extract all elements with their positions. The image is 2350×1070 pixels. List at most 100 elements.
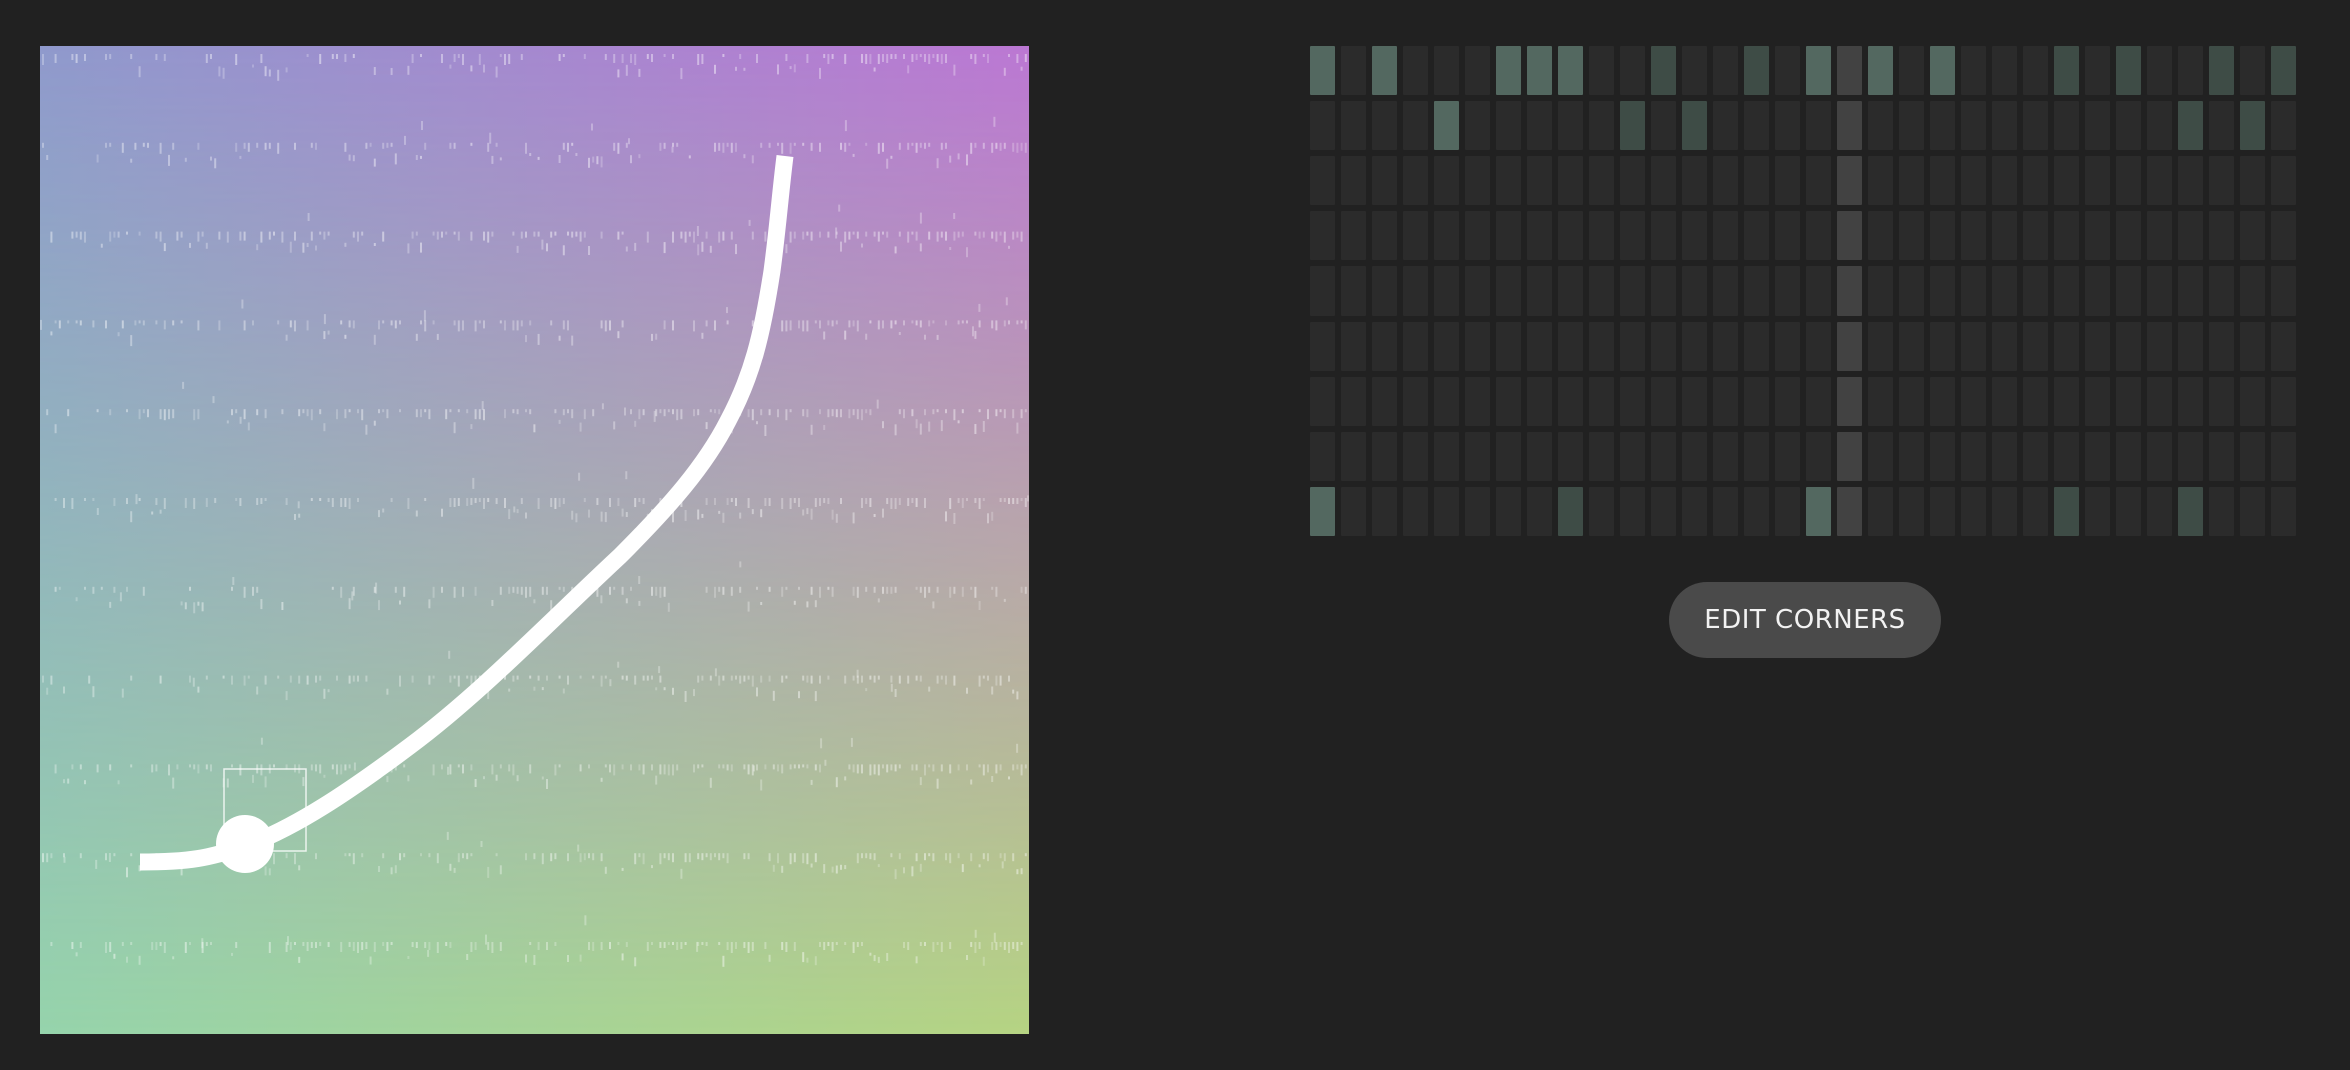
- step-cell[interactable]: [1744, 101, 1769, 151]
- step-cell[interactable]: [1589, 431, 1614, 481]
- step-cell[interactable]: [1744, 431, 1769, 481]
- step-cell[interactable]: [1465, 376, 1490, 426]
- step-cell[interactable]: [1310, 156, 1335, 206]
- step-cell[interactable]: [1372, 376, 1397, 426]
- step-cell[interactable]: [1837, 321, 1862, 371]
- step-cell[interactable]: [1434, 266, 1459, 316]
- step-cell[interactable]: [1992, 376, 2017, 426]
- step-cell[interactable]: [2209, 101, 2234, 151]
- step-cell[interactable]: [1899, 321, 1924, 371]
- step-cell[interactable]: [1961, 211, 1986, 261]
- step-cell[interactable]: [1310, 376, 1335, 426]
- step-cell[interactable]: [2178, 46, 2203, 96]
- step-cell[interactable]: [1341, 101, 1366, 151]
- step-cell[interactable]: [1496, 101, 1521, 151]
- step-cell[interactable]: [1496, 46, 1521, 96]
- step-cell[interactable]: [2116, 211, 2141, 261]
- step-cell[interactable]: [1775, 266, 1800, 316]
- step-cell[interactable]: [1620, 431, 1645, 481]
- step-cell[interactable]: [2147, 266, 2172, 316]
- step-cell[interactable]: [2116, 46, 2141, 96]
- step-cell[interactable]: [1558, 46, 1583, 96]
- step-cell[interactable]: [2023, 376, 2048, 426]
- step-cell[interactable]: [2023, 266, 2048, 316]
- step-cell[interactable]: [1682, 431, 1707, 481]
- step-cell[interactable]: [2085, 156, 2110, 206]
- step-cell[interactable]: [1775, 211, 1800, 261]
- step-cell[interactable]: [1434, 156, 1459, 206]
- step-cell[interactable]: [2209, 431, 2234, 481]
- step-cell[interactable]: [1403, 156, 1428, 206]
- step-cell[interactable]: [2209, 46, 2234, 96]
- step-cell[interactable]: [1558, 211, 1583, 261]
- step-cell[interactable]: [1868, 321, 1893, 371]
- step-cell[interactable]: [1403, 376, 1428, 426]
- step-cell[interactable]: [1868, 211, 1893, 261]
- step-cell[interactable]: [1775, 46, 1800, 96]
- step-cell[interactable]: [1682, 266, 1707, 316]
- step-cell[interactable]: [1465, 486, 1490, 536]
- step-cell[interactable]: [1589, 486, 1614, 536]
- step-cell[interactable]: [1310, 486, 1335, 536]
- step-cell[interactable]: [1620, 266, 1645, 316]
- step-cell[interactable]: [1837, 46, 1862, 96]
- step-cell[interactable]: [1961, 156, 1986, 206]
- step-cell[interactable]: [2178, 321, 2203, 371]
- step-cell[interactable]: [1930, 486, 1955, 536]
- step-cell[interactable]: [1806, 46, 1831, 96]
- step-cell[interactable]: [1589, 46, 1614, 96]
- step-cell[interactable]: [1341, 46, 1366, 96]
- step-cell[interactable]: [1341, 321, 1366, 371]
- step-cell[interactable]: [2240, 376, 2265, 426]
- step-cell[interactable]: [1310, 101, 1335, 151]
- step-cell[interactable]: [1713, 266, 1738, 316]
- step-cell[interactable]: [1744, 486, 1769, 536]
- step-cell[interactable]: [1868, 431, 1893, 481]
- step-cell[interactable]: [1713, 486, 1738, 536]
- curve-handle[interactable]: [216, 815, 274, 873]
- step-cell[interactable]: [1744, 211, 1769, 261]
- step-cell[interactable]: [1651, 266, 1676, 316]
- step-cell[interactable]: [1992, 46, 2017, 96]
- step-cell[interactable]: [2178, 486, 2203, 536]
- step-cell[interactable]: [1651, 431, 1676, 481]
- step-cell[interactable]: [2271, 376, 2296, 426]
- step-cell[interactable]: [1558, 101, 1583, 151]
- step-cell[interactable]: [2023, 431, 2048, 481]
- step-cell[interactable]: [2209, 211, 2234, 261]
- step-cell[interactable]: [1837, 101, 1862, 151]
- step-cell[interactable]: [2240, 156, 2265, 206]
- step-cell[interactable]: [1744, 46, 1769, 96]
- step-cell[interactable]: [1527, 486, 1552, 536]
- step-cell[interactable]: [2271, 321, 2296, 371]
- step-cell[interactable]: [2240, 431, 2265, 481]
- step-cell[interactable]: [1930, 156, 1955, 206]
- step-cell[interactable]: [1961, 321, 1986, 371]
- step-cell[interactable]: [1899, 376, 1924, 426]
- step-cell[interactable]: [1341, 376, 1366, 426]
- step-cell[interactable]: [1837, 486, 1862, 536]
- step-cell[interactable]: [1434, 376, 1459, 426]
- step-cell[interactable]: [1372, 101, 1397, 151]
- step-cell[interactable]: [1961, 431, 1986, 481]
- step-cell[interactable]: [1496, 321, 1521, 371]
- step-cell[interactable]: [1403, 431, 1428, 481]
- step-cell[interactable]: [1372, 486, 1397, 536]
- step-cell[interactable]: [2054, 486, 2079, 536]
- step-cell[interactable]: [2209, 156, 2234, 206]
- step-cell[interactable]: [1651, 376, 1676, 426]
- step-cell[interactable]: [1589, 156, 1614, 206]
- step-cell[interactable]: [1527, 266, 1552, 316]
- gradient-xy-pad[interactable]: [40, 46, 1029, 1034]
- step-cell[interactable]: [1992, 486, 2017, 536]
- step-cell[interactable]: [1620, 101, 1645, 151]
- step-cell[interactable]: [2054, 156, 2079, 206]
- step-cell[interactable]: [2240, 486, 2265, 536]
- step-cell[interactable]: [2054, 266, 2079, 316]
- step-cell[interactable]: [1620, 46, 1645, 96]
- step-cell[interactable]: [2085, 431, 2110, 481]
- step-cell[interactable]: [1775, 101, 1800, 151]
- step-cell[interactable]: [2240, 321, 2265, 371]
- step-cell[interactable]: [2023, 156, 2048, 206]
- step-cell[interactable]: [1589, 266, 1614, 316]
